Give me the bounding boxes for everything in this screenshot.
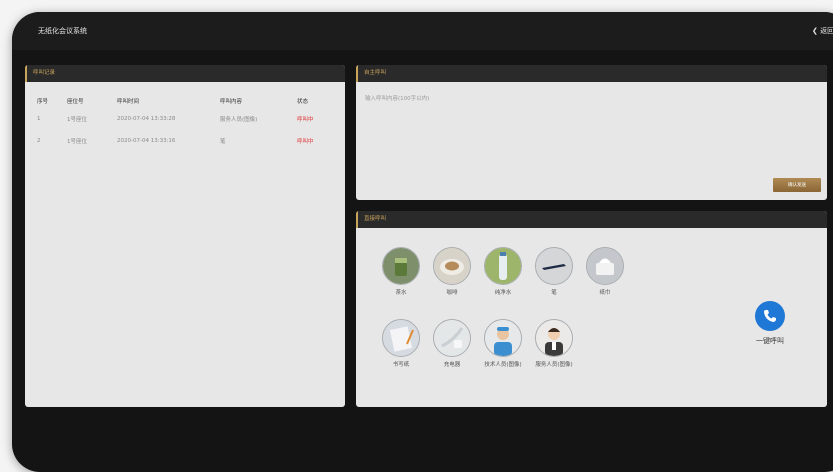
call-content-input[interactable]	[363, 92, 822, 166]
call-records-panel: 呼叫记录 序号 座位号 呼叫时间 呼叫内容 状态 1 1号座位 2020-07-…	[25, 65, 345, 407]
app-title: 无纸化会议系统	[38, 27, 87, 35]
quick-call-label: 咖啡	[446, 290, 458, 296]
col-seat: 座位号	[67, 99, 84, 105]
quick-call-title: 直接呼叫	[356, 211, 827, 228]
col-index: 序号	[37, 99, 49, 105]
quick-call-coffee[interactable]: 咖啡	[427, 247, 477, 297]
quick-call-label: 茶水	[395, 290, 407, 296]
quick-call-technician[interactable]: 技术人员(图像)	[478, 319, 528, 369]
quick-call-label: 书写纸	[392, 362, 410, 368]
title-bar: 无纸化会议系统 ❮ 返回	[12, 12, 833, 50]
charger-icon	[433, 319, 471, 357]
row-seat: 1号座位	[67, 139, 87, 145]
technician-icon	[484, 319, 522, 357]
row-index: 2	[37, 138, 41, 144]
quick-call-label: 笔	[551, 290, 557, 296]
table-header-row: 序号 座位号 呼叫时间 呼叫内容 状态	[25, 94, 345, 108]
tissue-icon	[586, 247, 624, 285]
writing-paper-icon	[382, 319, 420, 357]
one-click-call-button[interactable]: 一键呼叫	[740, 301, 800, 346]
col-status: 状态	[297, 99, 309, 105]
row-index: 1	[37, 116, 41, 122]
row-status: 呼叫中	[297, 139, 314, 145]
quick-call-tissue[interactable]: 纸巾	[580, 247, 630, 297]
row-content: 服务人员(图像)	[220, 117, 258, 123]
row-time: 2020-07-04 13:33:28	[117, 116, 176, 122]
quick-call-label: 纸巾	[599, 290, 611, 296]
water-icon	[484, 247, 522, 285]
quick-call-tea[interactable]: 茶水	[376, 247, 426, 297]
row-status: 呼叫中	[297, 117, 314, 123]
col-time: 呼叫时间	[117, 99, 140, 105]
pen-icon	[535, 247, 573, 285]
custom-call-title: 自主呼叫	[356, 65, 827, 82]
row-seat: 1号座位	[67, 117, 87, 123]
tea-icon	[382, 247, 420, 285]
quick-call-label: 技术人员(图像)	[484, 362, 522, 368]
col-content: 呼叫内容	[220, 99, 243, 105]
table-row: 2 1号座位 2020-07-04 13:33:16 笔 呼叫中	[25, 130, 345, 152]
quick-call-pen[interactable]: 笔	[529, 247, 579, 297]
row-content: 笔	[220, 139, 226, 145]
quick-call-label: 服务人员(图像)	[535, 362, 573, 368]
custom-call-panel: 自主呼叫 确认发送	[356, 65, 827, 200]
table-row: 1 1号座位 2020-07-04 13:33:28 服务人员(图像) 呼叫中	[25, 108, 345, 130]
quick-call-label: 充电器	[443, 362, 461, 368]
phone-call-icon	[755, 301, 785, 331]
confirm-send-button[interactable]: 确认发送	[773, 178, 821, 192]
back-button[interactable]: ❮ 返回	[812, 26, 833, 36]
quick-call-writing-paper[interactable]: 书写纸	[376, 319, 426, 369]
coffee-icon	[433, 247, 471, 285]
call-records-table: 序号 座位号 呼叫时间 呼叫内容 状态 1 1号座位 2020-07-04 13…	[25, 94, 345, 152]
quick-call-label: 纯净水	[494, 290, 512, 296]
call-records-title: 呼叫记录	[25, 65, 345, 82]
app-window: 无纸化会议系统 ❮ 返回 呼叫记录 序号 座位号 呼叫时间 呼叫内容 状态 1 …	[12, 12, 833, 472]
quick-call-service-staff[interactable]: 服务人员(图像)	[529, 319, 579, 369]
row-time: 2020-07-04 13:33:16	[117, 138, 176, 144]
quick-call-charger[interactable]: 充电器	[427, 319, 477, 369]
one-click-call-label: 一键呼叫	[756, 337, 784, 345]
service-staff-icon	[535, 319, 573, 357]
quick-call-panel: 直接呼叫 茶水 咖啡 纯净水 笔 纸巾 书写纸 充电器 技术人员(图像) 服务人…	[356, 211, 827, 407]
quick-call-water[interactable]: 纯净水	[478, 247, 528, 297]
